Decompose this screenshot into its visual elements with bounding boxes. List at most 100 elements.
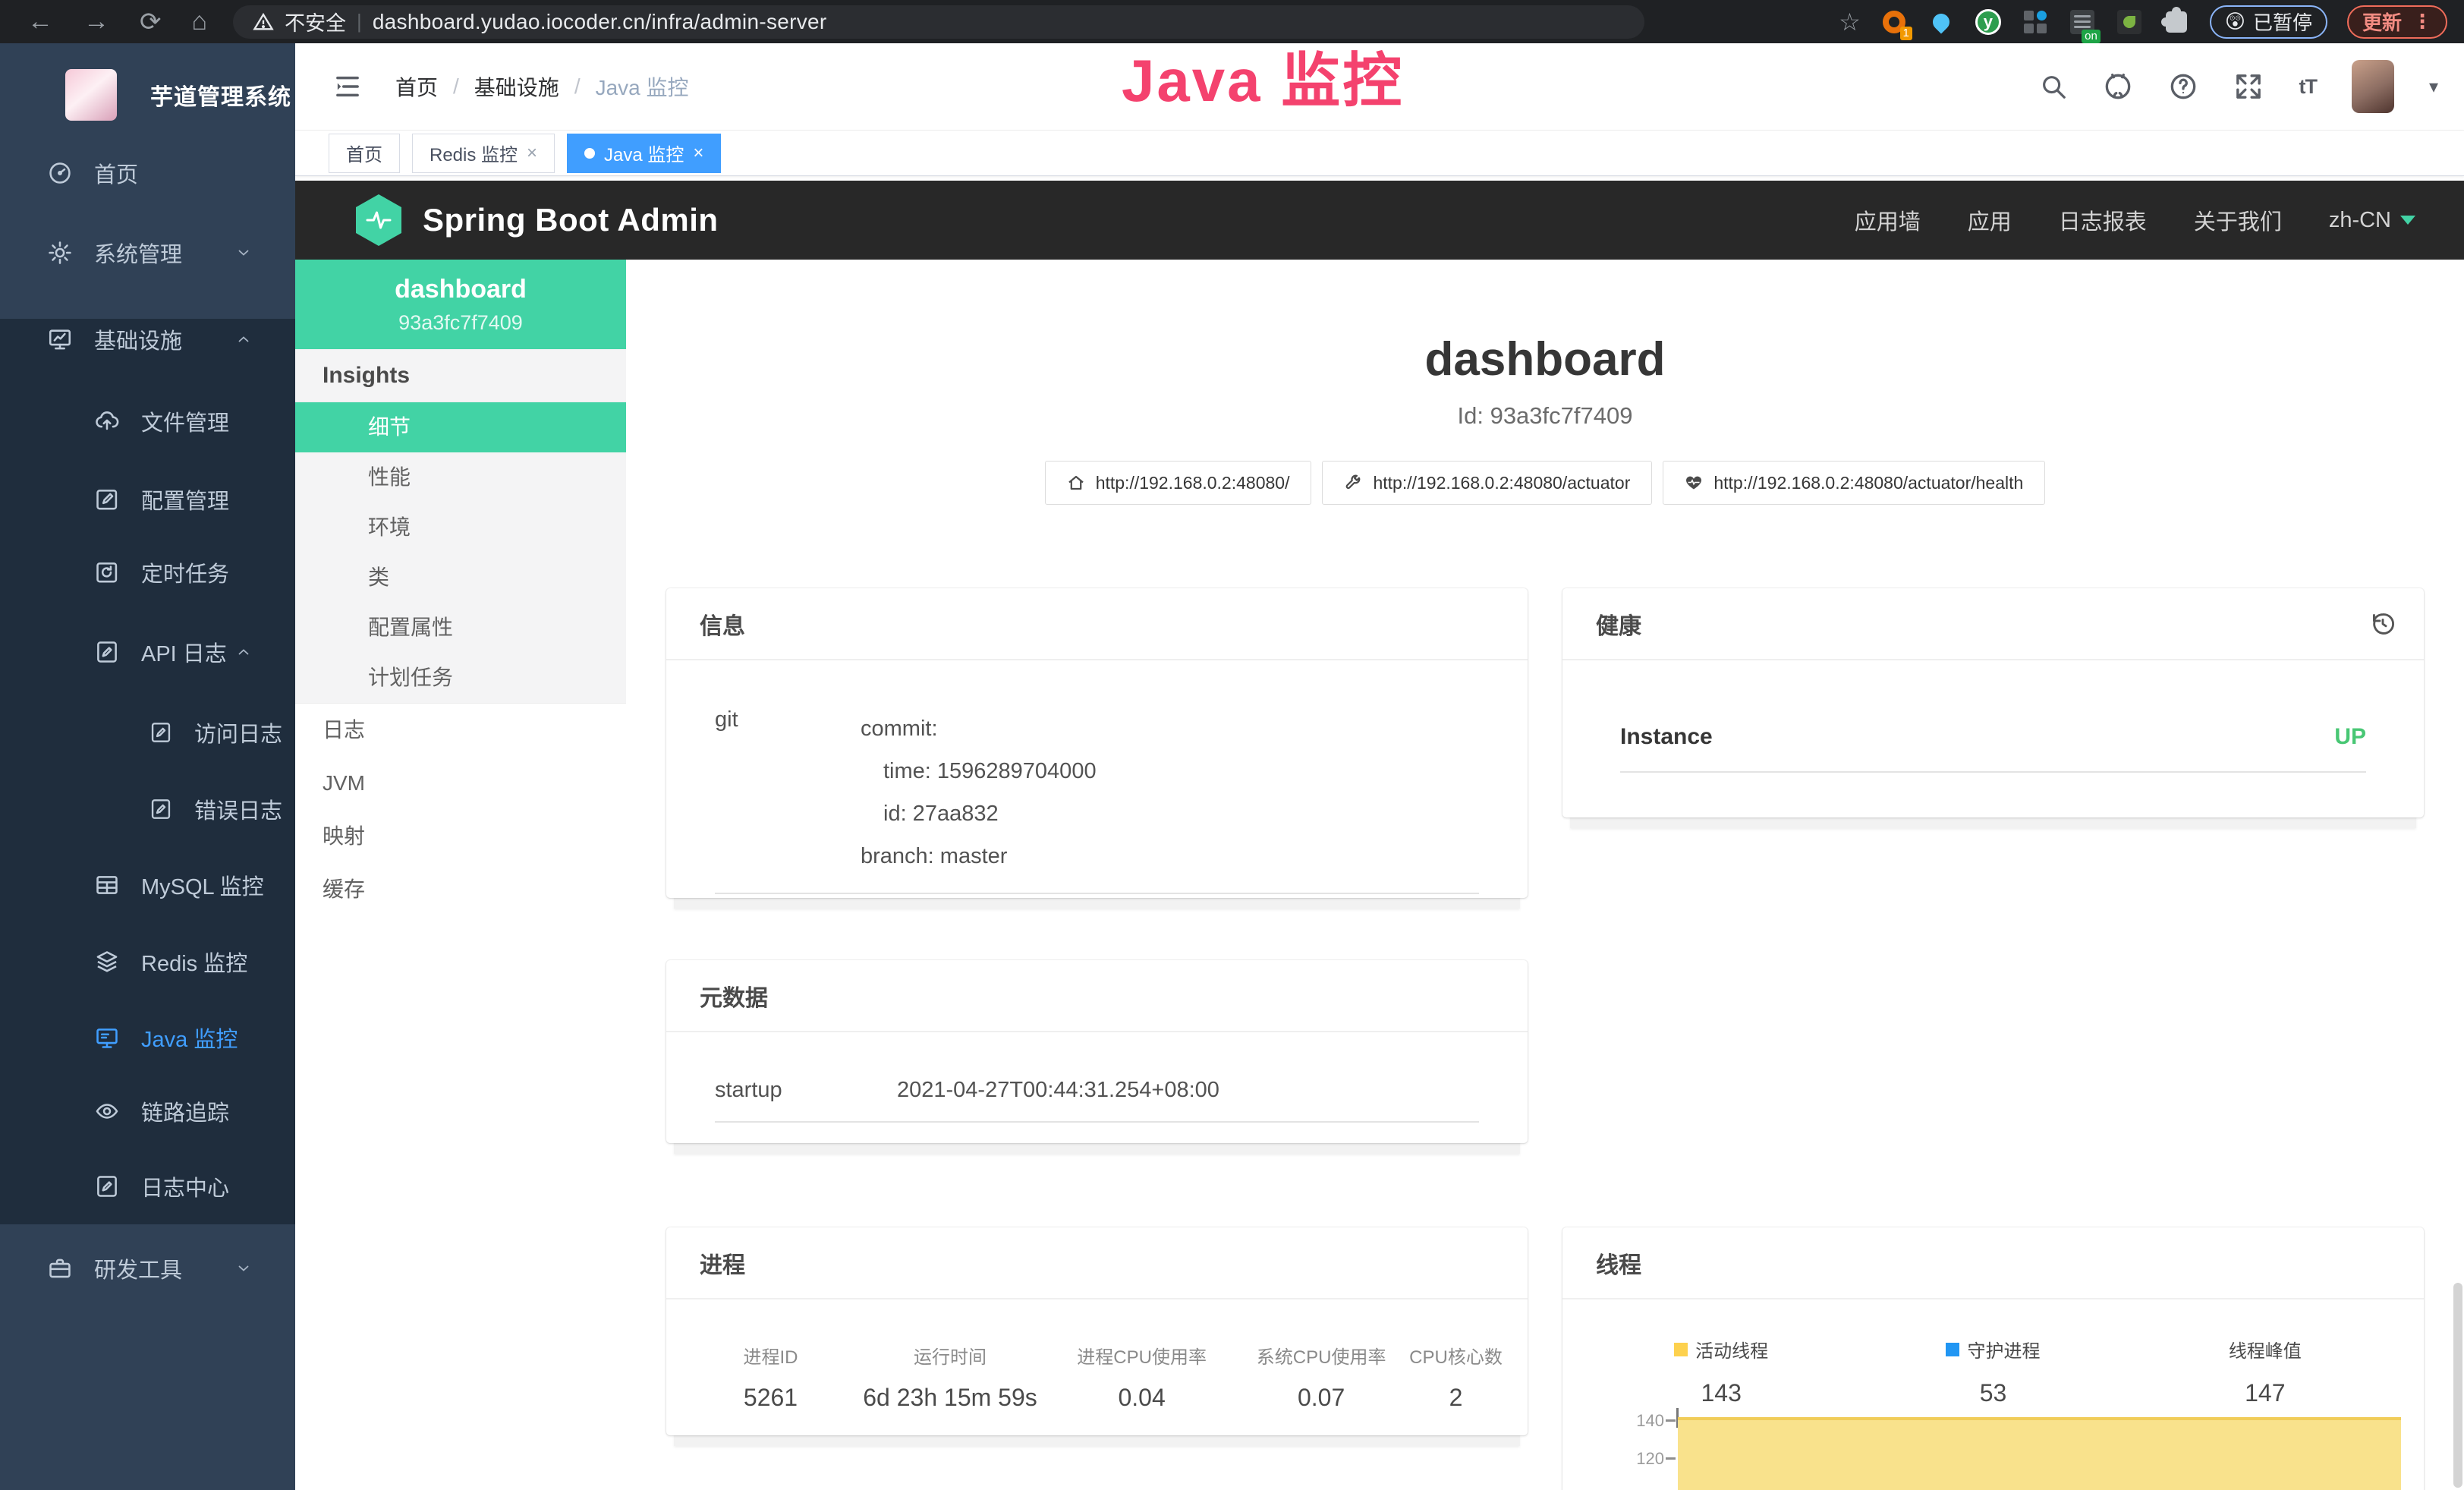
legend-square-daemon-icon: [1946, 1343, 1959, 1356]
browser-back-icon[interactable]: ←: [27, 7, 53, 36]
legend-daemon-threads: 守护进程: [1967, 1336, 2040, 1362]
warning-icon: [253, 11, 274, 33]
puzzle-icon: [2166, 11, 2187, 33]
extension-icon-y[interactable]: y: [1975, 8, 2002, 36]
browser-home-icon[interactable]: ⌂: [192, 7, 208, 36]
help-icon[interactable]: [2168, 71, 2198, 102]
sba-item-logs[interactable]: 日志: [295, 704, 626, 757]
scrollbar-thumb[interactable]: [2453, 1283, 2462, 1488]
annotation-text: Java 监控: [1122, 33, 1404, 118]
active-dot-icon: [584, 148, 595, 159]
tab-label: Redis 监控: [430, 140, 518, 166]
live-threads-area: [1678, 1417, 2401, 1490]
close-icon[interactable]: ×: [693, 143, 703, 164]
sba-item-details[interactable]: 细节: [295, 402, 626, 452]
breadcrumb-home[interactable]: 首页: [395, 71, 438, 102]
sidebar-item-label: 访问日志: [194, 717, 282, 748]
screen-icon: [94, 1025, 120, 1051]
sba-item-jvm[interactable]: JVM: [295, 757, 626, 810]
sidebar-item-log-center[interactable]: 日志中心: [0, 1147, 295, 1226]
actuator-url-button[interactable]: http://192.168.0.2:48080/actuator: [1322, 461, 1652, 505]
sidebar-item-mysql-monitor[interactable]: MySQL 监控: [0, 846, 295, 925]
sba-item-environment[interactable]: 环境: [295, 502, 626, 553]
git-id-line: id: 27aa832: [883, 792, 1097, 835]
health-url-button[interactable]: http://192.168.0.2:48080/actuator/health: [1663, 461, 2045, 505]
fullscreen-icon[interactable]: [2233, 71, 2264, 102]
threads-legend: 活动线程 守护进程 线程峰值: [1562, 1336, 2424, 1362]
sidebar-item-file-management[interactable]: 文件管理: [0, 382, 295, 461]
locale-selector[interactable]: zh-CN: [2329, 208, 2415, 233]
search-icon[interactable]: [2039, 72, 2068, 101]
y-circle-icon: y: [1975, 9, 2001, 35]
sidebar-item-redis-monitor[interactable]: Redis 监控: [0, 922, 295, 1001]
paused-pill[interactable]: 😲 已暂停: [2210, 5, 2327, 39]
sba-item-metrics[interactable]: 性能: [295, 452, 626, 502]
tab-redis-monitor[interactable]: Redis 监控 ×: [412, 134, 555, 173]
briefcase-icon: [47, 1255, 73, 1281]
sba-nav-wallboard[interactable]: 应用墙: [1855, 204, 1921, 236]
extension-icon-grid[interactable]: [2022, 8, 2049, 36]
github-icon[interactable]: [2103, 71, 2133, 102]
ytick-100: 100: [1602, 1487, 1664, 1490]
sidebar-item-tracing[interactable]: 链路追踪: [0, 1072, 295, 1151]
browser-forward-icon[interactable]: →: [83, 7, 109, 36]
hamburger-icon[interactable]: [332, 71, 363, 102]
extension-icon-pin[interactable]: [1927, 8, 1955, 36]
extension-icon-leaf[interactable]: [2116, 8, 2143, 36]
sba-item-mappings[interactable]: 映射: [295, 810, 626, 863]
sba-nav-journal[interactable]: 日志报表: [2059, 204, 2147, 236]
on-badge: on: [2082, 30, 2101, 43]
sidebar-item-label: 首页: [94, 157, 138, 189]
chevron-up-icon: [234, 643, 253, 661]
threads-card: 线程 活动线程 守护进程 线程峰值 143 53 147 140 120 100: [1562, 1227, 2424, 1490]
table-grid-icon: [94, 872, 120, 898]
sidebar-logo[interactable]: 芋道管理系统: [0, 57, 295, 133]
col-system-cpu: 系统CPU使用率: [1235, 1342, 1407, 1369]
process-card-title: 进程: [666, 1227, 1528, 1299]
sidebar-item-java-monitor[interactable]: Java 监控: [0, 998, 295, 1077]
breadcrumb-infrastructure[interactable]: 基础设施: [474, 71, 559, 102]
extension-icon-switch[interactable]: on: [2069, 8, 2096, 36]
emoji-face-icon: 😲: [2225, 10, 2245, 33]
tab-label: Java 监控: [604, 140, 684, 166]
value-cpu-cores: 2: [1407, 1384, 1505, 1412]
legend-peak-threads: 线程峰值: [2229, 1336, 2302, 1362]
info-card-title: 信息: [666, 588, 1528, 660]
value-live-threads: 143: [1585, 1379, 1857, 1407]
extension-icon-orange[interactable]: 1: [1880, 8, 1908, 36]
row-divider: [715, 1121, 1479, 1123]
sidebar-item-error-log[interactable]: 错误日志: [0, 770, 295, 849]
sba-nav-applications[interactable]: 应用: [1968, 204, 2012, 236]
sidebar-item-home[interactable]: 首页: [0, 134, 295, 213]
address-bar[interactable]: 不安全 | dashboard.yudao.iocoder.cn/infra/a…: [233, 5, 1644, 39]
tab-label: 首页: [346, 140, 382, 166]
sidebar-item-scheduled-jobs[interactable]: 定时任务: [0, 533, 295, 612]
health-instance-row: Instance UP: [1562, 660, 2424, 750]
sba-nav-about[interactable]: 关于我们: [2194, 204, 2282, 236]
instance-header[interactable]: dashboard 93a3fc7f7409: [295, 260, 626, 349]
sidebar-item-dev-tools[interactable]: 研发工具: [0, 1229, 295, 1308]
extensions-puzzle-icon[interactable]: [2163, 8, 2190, 36]
sidebar-item-access-log[interactable]: 访问日志: [0, 693, 295, 772]
bookmark-star-icon[interactable]: ☆: [1839, 8, 1861, 36]
user-avatar[interactable]: [2352, 60, 2394, 113]
sba-item-config-props[interactable]: 配置属性: [295, 603, 626, 653]
tab-home[interactable]: 首页: [329, 134, 400, 173]
sidebar-item-system[interactable]: 系统管理: [0, 213, 295, 292]
sidebar-item-infrastructure[interactable]: 基础设施: [0, 300, 295, 379]
value-pid: 5261: [689, 1384, 852, 1412]
sidebar-item-api-log[interactable]: API 日志: [0, 613, 295, 691]
sba-item-caches[interactable]: 缓存: [295, 863, 626, 916]
update-button[interactable]: 更新 ⋮: [2347, 5, 2447, 39]
sba-item-scheduled-tasks[interactable]: 计划任务: [295, 653, 626, 703]
font-size-icon[interactable]: tT: [2299, 75, 2316, 99]
close-icon[interactable]: ×: [527, 143, 537, 164]
browser-reload-icon[interactable]: ⟳: [140, 7, 162, 37]
sba-item-classes[interactable]: 类: [295, 553, 626, 603]
sba-header: Spring Boot Admin 应用墙 应用 日志报表 关于我们 zh-CN: [295, 181, 2464, 260]
service-url-button[interactable]: http://192.168.0.2:48080/: [1045, 461, 1312, 505]
sidebar-item-config-management[interactable]: 配置管理: [0, 460, 295, 539]
browser-actions: ☆ 1 y on 😲 已暂停 更新 ⋮: [1839, 5, 2464, 39]
history-icon[interactable]: [2369, 610, 2396, 638]
tab-java-monitor[interactable]: Java 监控 ×: [567, 134, 721, 173]
